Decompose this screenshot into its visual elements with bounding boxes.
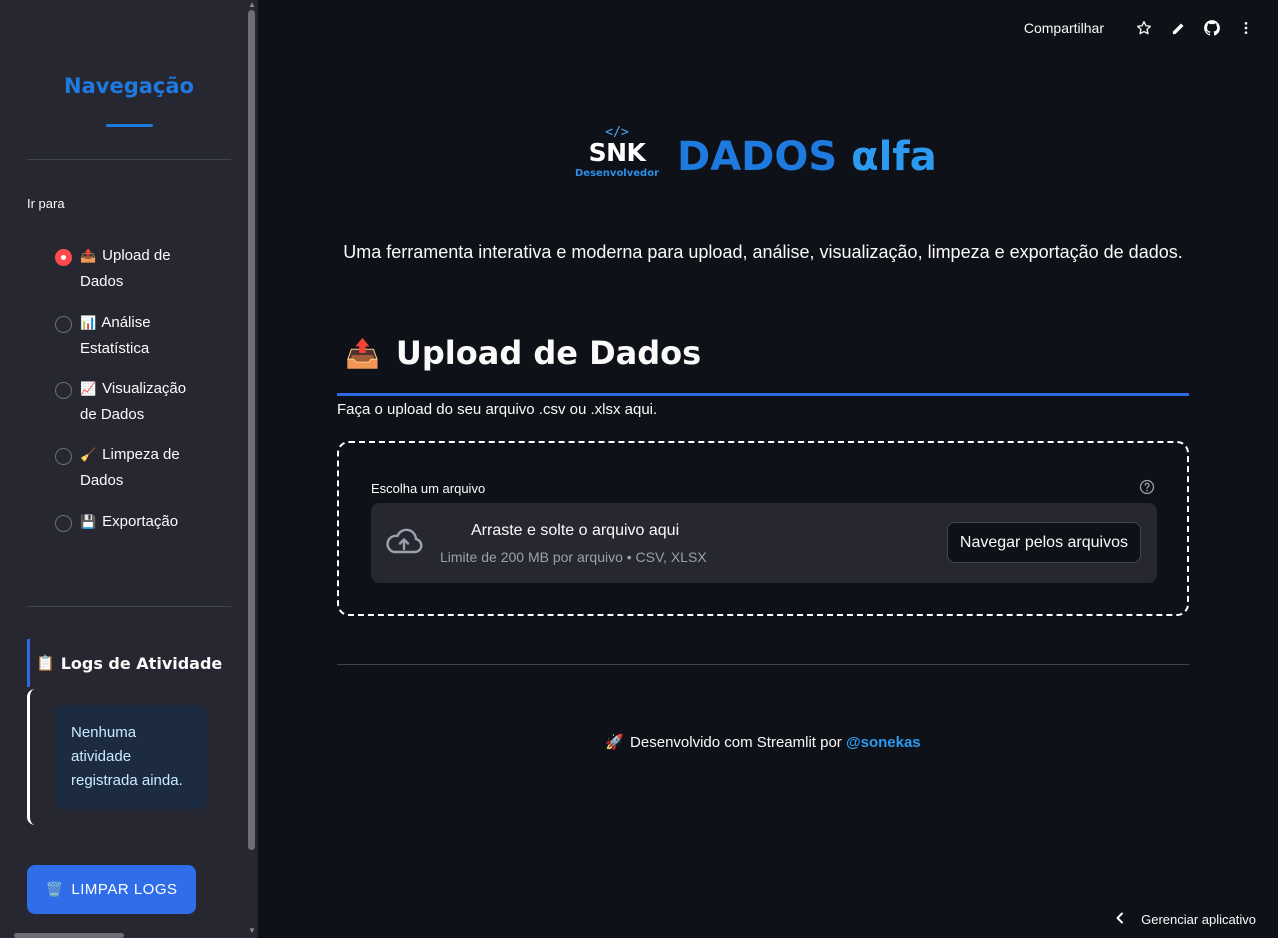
broom-emoji-icon: 🧹 bbox=[80, 447, 97, 462]
floppy-disk-emoji-icon: 💾 bbox=[80, 514, 97, 529]
dropzone-instructions: Arraste e solte o arquivo aqui bbox=[471, 522, 680, 539]
logs-header: 📋 Logs de Atividade bbox=[27, 639, 222, 687]
manage-app-button[interactable]: Gerenciar aplicativo bbox=[1115, 911, 1256, 927]
section-underline bbox=[337, 393, 1189, 396]
sidebar-title-underline bbox=[106, 124, 153, 127]
radio-icon[interactable] bbox=[55, 448, 72, 465]
brand-accent: αlfa bbox=[851, 134, 937, 180]
sidebar-title: Navegação bbox=[64, 74, 194, 98]
nav-item-visualization[interactable]: 📈 Visualização de Dados bbox=[55, 380, 205, 428]
star-icon[interactable] bbox=[1132, 16, 1156, 40]
rocket-emoji-icon: 🚀 bbox=[605, 734, 625, 751]
sidebar-divider bbox=[27, 159, 231, 160]
sidebar-scrollbar[interactable] bbox=[248, 10, 255, 850]
bar-chart-emoji-icon: 📊 bbox=[80, 315, 97, 330]
snk-logo: </> SNK Desenvolvedor bbox=[572, 126, 662, 190]
file-uploader-label: Escolha um arquivo bbox=[371, 481, 486, 496]
author-link[interactable]: @sonekas bbox=[846, 734, 921, 751]
file-dropzone[interactable]: Arraste e solte o arquivo aqui Limite de… bbox=[371, 503, 1157, 583]
manage-app-label: Gerenciar aplicativo bbox=[1141, 911, 1256, 927]
wastebasket-emoji-icon: 🗑️ bbox=[45, 881, 64, 897]
sidebar: Navegação Ir para 📤 Upload de Dados 📊 An… bbox=[0, 0, 258, 938]
browse-files-button[interactable]: Navegar pelos arquivos bbox=[946, 522, 1141, 563]
scroll-up-arrow-icon[interactable]: ▲ bbox=[248, 0, 256, 9]
clear-logs-label: LIMPAR LOGS bbox=[71, 881, 178, 898]
footer-text: Desenvolvido com Streamlit por bbox=[630, 734, 846, 751]
clipboard-emoji-icon: 📋 bbox=[36, 654, 55, 672]
clear-logs-button[interactable]: 🗑️ LIMPAR LOGS bbox=[27, 865, 196, 914]
app-root: Navegação Ir para 📤 Upload de Dados 📊 An… bbox=[0, 0, 1278, 938]
radio-selected-icon[interactable] bbox=[55, 249, 72, 266]
top-toolbar: Compartilhar bbox=[1024, 16, 1258, 40]
nav-item-label: Exportação bbox=[102, 513, 179, 530]
app-brand-title: DADOS αlfa bbox=[677, 134, 937, 180]
nav-item-export[interactable]: 💾 Exportação bbox=[55, 513, 205, 535]
upload-emoji-icon: 📤 bbox=[80, 248, 97, 263]
github-icon[interactable] bbox=[1200, 16, 1224, 40]
more-vertical-icon[interactable] bbox=[1234, 16, 1258, 40]
section-description: Faça o upload do seu arquivo .csv ou .xl… bbox=[337, 401, 658, 418]
cloud-upload-icon bbox=[385, 527, 423, 557]
logo-text: SNK bbox=[588, 138, 646, 167]
dropzone-limit-text: Limite de 200 MB por arquivo • CSV, XLSX bbox=[440, 549, 707, 565]
share-button[interactable]: Compartilhar bbox=[1024, 20, 1104, 36]
logs-title: Logs de Atividade bbox=[60, 653, 223, 673]
upload-emoji-icon: 📤 bbox=[345, 336, 380, 370]
goto-label: Ir para bbox=[27, 196, 65, 211]
radio-icon[interactable] bbox=[55, 515, 72, 532]
footer: 🚀 Desenvolvido com Streamlit por @sonekas bbox=[337, 733, 1189, 751]
sidebar-horizontal-scrollbar[interactable] bbox=[14, 933, 124, 938]
section-title: 📤 Upload de Dados bbox=[345, 334, 701, 372]
app-tagline: Uma ferramenta interativa e moderna para… bbox=[343, 242, 1183, 262]
nav-item-cleaning[interactable]: 🧹 Limpeza de Dados bbox=[55, 446, 205, 494]
logo-subtext: Desenvolvedor bbox=[574, 168, 659, 179]
chevron-left-icon bbox=[1115, 911, 1125, 927]
section-title-text: Upload de Dados bbox=[395, 334, 702, 372]
main-divider bbox=[337, 664, 1189, 665]
brand-main: DADOS bbox=[677, 134, 852, 180]
sidebar-divider bbox=[27, 606, 231, 607]
help-icon[interactable] bbox=[1139, 479, 1155, 495]
file-uploader-container: Escolha um arquivo Arraste e solte o arq… bbox=[337, 441, 1189, 616]
edit-icon[interactable] bbox=[1166, 16, 1190, 40]
nav-item-analysis[interactable]: 📊 Análise Estatística bbox=[55, 314, 205, 362]
line-chart-emoji-icon: 📈 bbox=[80, 381, 97, 396]
nav-item-upload[interactable]: 📤 Upload de Dados bbox=[55, 247, 205, 295]
scroll-down-arrow-icon[interactable]: ▼ bbox=[248, 926, 256, 935]
radio-icon[interactable] bbox=[55, 316, 72, 333]
radio-icon[interactable] bbox=[55, 382, 72, 399]
logs-empty-message: Nenhuma atividade registrada ainda. bbox=[55, 705, 207, 809]
